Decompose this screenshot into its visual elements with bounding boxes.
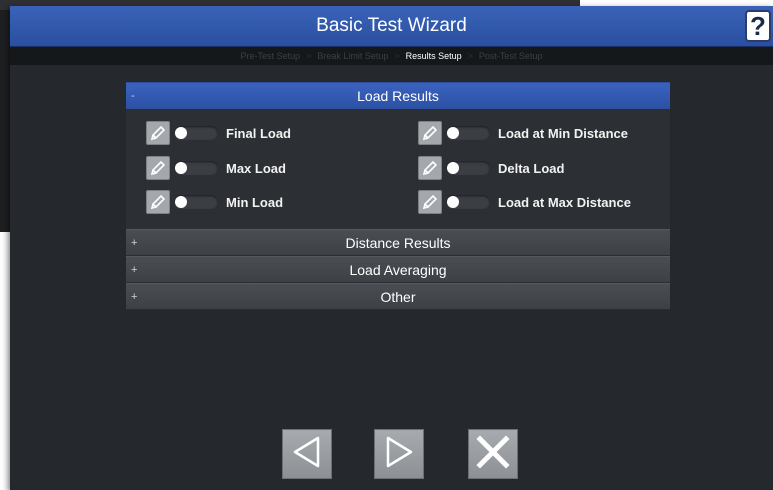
- edit-pencil-icon[interactable]: [146, 190, 170, 214]
- expand-toggle: +: [131, 291, 138, 303]
- toggle-switch[interactable]: [174, 161, 218, 175]
- breadcrumb-separator: >: [306, 51, 312, 61]
- edit-pencil-icon[interactable]: [418, 156, 442, 180]
- next-arrow-icon: [381, 434, 417, 475]
- toggle-knob: [447, 196, 459, 208]
- toggle-switch[interactable]: [446, 195, 490, 209]
- wizard-window: Basic Test Wizard ? Pre-Test Setup > Break…: [10, 6, 773, 490]
- breadcrumb-break-limit-setup[interactable]: Break Limit Setup: [317, 51, 388, 61]
- section-title: Load Averaging: [349, 262, 447, 278]
- expand-toggle: +: [131, 237, 138, 249]
- toggle-knob: [175, 162, 187, 174]
- title-bar: Basic Test Wizard ?: [10, 6, 773, 47]
- breadcrumb: Pre-Test Setup > Break Limit Setup > Results…: [10, 47, 773, 65]
- toggle-switch[interactable]: [446, 126, 490, 140]
- toggle-knob: [175, 196, 187, 208]
- section-header-load-results[interactable]: - Load Results: [126, 82, 670, 109]
- collapse-toggle: -: [131, 90, 135, 102]
- load-results-body: Final Load Load at Min Distance Max Load: [126, 109, 670, 229]
- edit-pencil-icon[interactable]: [146, 156, 170, 180]
- back-arrow-icon: [289, 434, 325, 475]
- toggle-switch[interactable]: [174, 195, 218, 209]
- edit-pencil-icon[interactable]: [418, 190, 442, 214]
- result-item-delta-load: Delta Load: [418, 155, 564, 181]
- breadcrumb-post-test-setup[interactable]: Post-Test Setup: [479, 51, 543, 61]
- item-label: Load at Max Distance: [498, 194, 631, 210]
- result-item-load-at-max-distance: Load at Max Distance: [418, 189, 631, 215]
- next-button[interactable]: [374, 429, 424, 479]
- breadcrumb-separator: >: [467, 51, 473, 61]
- item-label: Final Load: [226, 125, 291, 141]
- help-button[interactable]: ?: [745, 10, 771, 42]
- breadcrumb-separator: >: [394, 51, 400, 61]
- expand-toggle: +: [131, 264, 138, 276]
- result-item-load-at-min-distance: Load at Min Distance: [418, 120, 628, 146]
- cancel-button[interactable]: [468, 429, 518, 479]
- item-label: Max Load: [226, 160, 286, 176]
- results-panel: - Load Results Final Load Load at Min Di…: [126, 82, 670, 310]
- result-item-final-load: Final Load: [146, 120, 291, 146]
- toggle-switch[interactable]: [174, 126, 218, 140]
- breadcrumb-pre-test-setup[interactable]: Pre-Test Setup: [241, 51, 301, 61]
- breadcrumb-results-setup[interactable]: Results Setup: [406, 51, 462, 61]
- section-title: Distance Results: [345, 235, 451, 251]
- window-title: Basic Test Wizard: [316, 15, 467, 36]
- close-icon: [475, 434, 511, 475]
- result-item-min-load: Min Load: [146, 189, 283, 215]
- section-header-distance-results[interactable]: + Distance Results: [126, 229, 670, 256]
- section-header-other[interactable]: + Other: [126, 283, 670, 310]
- section-title: Other: [380, 289, 416, 305]
- item-label: Load at Min Distance: [498, 125, 629, 141]
- item-label: Min Load: [226, 194, 284, 210]
- edit-pencil-icon[interactable]: [418, 121, 442, 145]
- item-label: Delta Load: [498, 160, 565, 176]
- section-title: Load Results: [357, 88, 439, 104]
- back-button[interactable]: [282, 429, 332, 479]
- edit-pencil-icon[interactable]: [146, 121, 170, 145]
- toggle-knob: [175, 127, 187, 139]
- toggle-switch[interactable]: [446, 161, 490, 175]
- section-header-load-averaging[interactable]: + Load Averaging: [126, 256, 670, 283]
- toggle-knob: [447, 127, 459, 139]
- result-item-max-load: Max Load: [146, 155, 286, 181]
- toggle-knob: [447, 162, 459, 174]
